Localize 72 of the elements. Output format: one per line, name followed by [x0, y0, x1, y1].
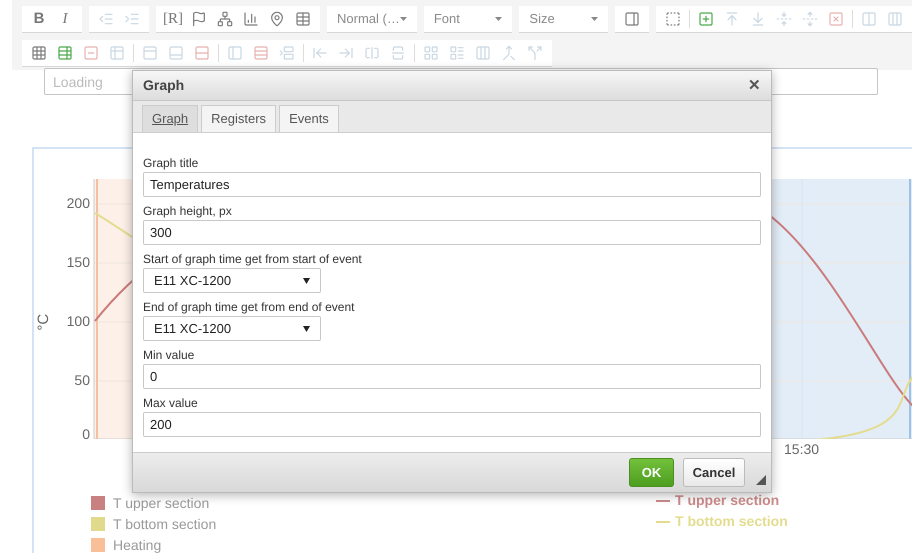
select-field[interactable]: E11 XC-1200: [143, 268, 321, 293]
layout-icon: [423, 45, 439, 61]
field-label: End of graph time get from end of event: [143, 299, 356, 315]
insert-right-icon: [338, 45, 354, 61]
field-label: Max value: [143, 395, 199, 411]
indent-icon: [124, 11, 140, 27]
resize-grip-icon: [756, 474, 766, 484]
tab[interactable]: Registers: [201, 105, 276, 132]
axis-tick-label: 15:30: [784, 442, 820, 456]
legend-label: T bottom section: [675, 513, 788, 530]
axis-tick-label: 200: [66, 196, 90, 210]
columns-icon: [475, 45, 491, 61]
field-label: Min value: [143, 347, 196, 363]
grid-icon: [31, 45, 47, 61]
cancel-button[interactable]: Cancel: [683, 458, 745, 487]
tree-icon: [217, 11, 233, 27]
split-icon: [527, 45, 543, 61]
format-dropdown[interactable]: Normal (…: [327, 6, 417, 33]
flag-icon: [191, 11, 207, 27]
caret-icon: [591, 17, 598, 21]
format-button[interactable]: [R]: [160, 8, 186, 30]
add-table-icon: [57, 45, 73, 61]
close-button[interactable]: ✕: [748, 78, 761, 93]
caret-icon: [303, 326, 310, 332]
caret-icon: [495, 17, 502, 21]
legend-label: T upper section: [113, 495, 210, 511]
legend-label: T upper section: [675, 492, 780, 509]
merge-icon: [501, 45, 517, 61]
panel-bottom-icon: [168, 45, 184, 61]
split-horizontal-icon: [364, 45, 380, 61]
split-vertical-icon: [390, 45, 406, 61]
legend-label: T bottom section: [113, 516, 216, 532]
axis-tick-label: 0: [81, 427, 90, 441]
legend-label: Heating: [113, 537, 162, 553]
format-dropdown[interactable]: Font: [424, 6, 512, 33]
insert-above-icon: [724, 11, 740, 27]
insert-left-icon: [312, 45, 328, 61]
panel-top-icon: [142, 45, 158, 61]
axis-tick-label: 150: [66, 255, 90, 269]
caret-icon: [400, 17, 407, 21]
map-pin-icon: [269, 11, 285, 27]
text-field[interactable]: 0: [143, 364, 761, 389]
tab[interactable]: Events: [279, 105, 339, 132]
list-icon: [449, 45, 465, 61]
field-label: Graph height, px: [143, 203, 233, 219]
axis-title: °C: [34, 314, 54, 331]
add-row-icon: [698, 11, 714, 27]
caret-icon: [303, 278, 310, 284]
table-icon: [295, 11, 311, 27]
columns-icon: [887, 11, 903, 27]
text-field[interactable]: 200: [143, 412, 761, 437]
insert-below-icon: [750, 11, 766, 27]
format-button[interactable]: B: [26, 8, 52, 30]
delete-table-icon: [83, 45, 99, 61]
table-icon: [109, 45, 125, 61]
outdent-icon: [98, 11, 114, 27]
axis-tick-label: 50: [73, 373, 90, 387]
field-label: Start of graph time get from start of event: [143, 251, 363, 267]
select-field[interactable]: E11 XC-1200: [143, 316, 321, 341]
text-field[interactable]: Temperatures: [143, 172, 761, 197]
format-dropdown[interactable]: Size: [519, 6, 608, 33]
frame-icon: [665, 11, 681, 27]
dialog-title: Graph: [143, 76, 184, 95]
tab[interactable]: Graph: [142, 105, 198, 132]
field-label: Graph title: [143, 155, 200, 171]
bar-chart-icon: [243, 11, 259, 27]
delete-row-icon: [828, 11, 844, 27]
format-button[interactable]: I: [52, 8, 78, 30]
axis-tick-label: 100: [66, 314, 90, 328]
panel-left-icon: [227, 45, 243, 61]
insert-row-icon: [279, 45, 295, 61]
text-field[interactable]: 300: [143, 220, 761, 245]
